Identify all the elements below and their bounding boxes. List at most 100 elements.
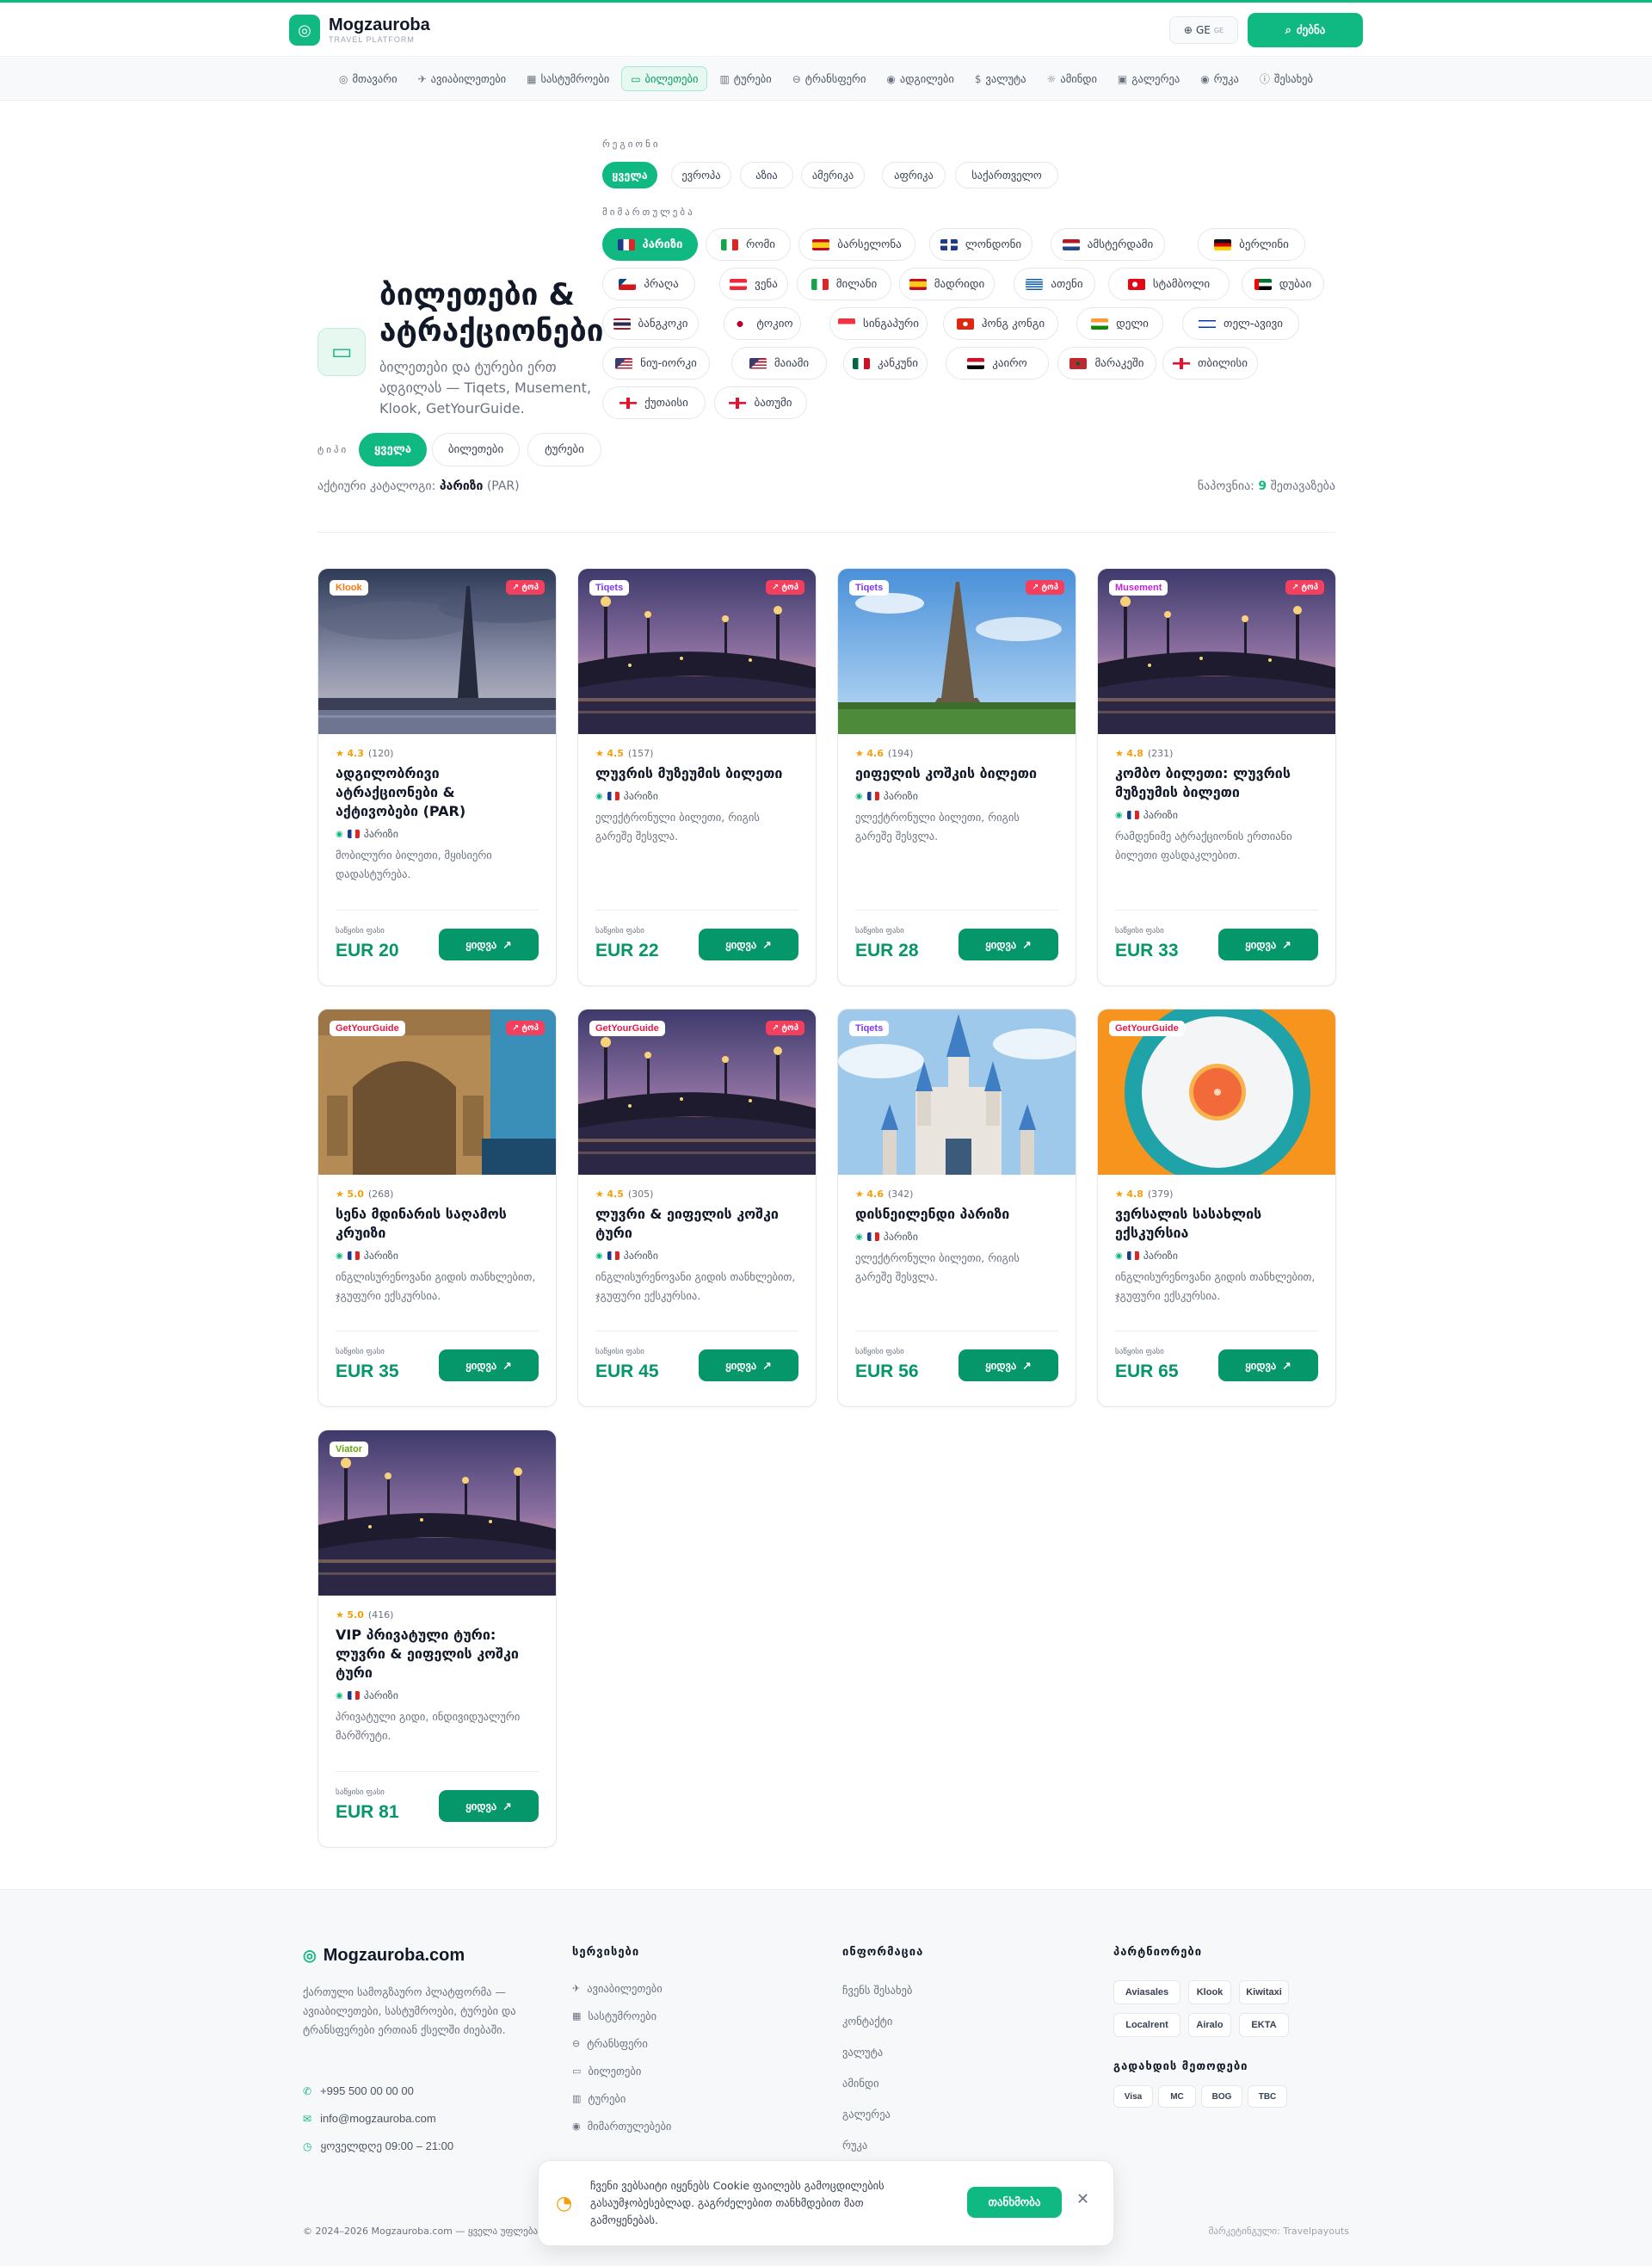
- offer-card[interactable]: Tiqets ↗ ტოპ ★ 4.5 (157) ლუვრის მუზეუმის ბილ…: [577, 568, 817, 986]
- offer-card[interactable]: Tiqets ★ 4.6 (342) დისნეილენდი პარიზი ◉ პარიზ…: [837, 1009, 1076, 1407]
- offer-title[interactable]: ლუვრის მუზეუმის ბილეთი: [595, 764, 798, 783]
- nav-item-building[interactable]: ▦ სასტუმროები: [518, 67, 618, 90]
- offer-card[interactable]: Klook ↗ ტოპ ★ 4.3 (120) ადგილობრივი ატრაქციო…: [317, 568, 557, 986]
- destination-chip[interactable]: სინგაპური: [829, 307, 928, 340]
- footer-info-link[interactable]: რუკა: [842, 2139, 867, 2152]
- destination-chip[interactable]: მარაკეში: [1057, 347, 1156, 380]
- nav-item-info[interactable]: ⓘ შესახებ: [1251, 66, 1322, 91]
- destination-chip[interactable]: რომი: [706, 228, 791, 261]
- offer-card[interactable]: Tiqets ↗ ტოპ ★ 4.6 (194) ეიფელის კოშკის ბილე…: [837, 568, 1076, 986]
- nav-item-compass[interactable]: ◎ მთავარი: [330, 67, 406, 90]
- destination-chip[interactable]: ქუთაისი: [602, 386, 706, 419]
- type-chip[interactable]: ტურები: [527, 433, 601, 466]
- nav-item-pin[interactable]: ◉ ადგილები: [878, 67, 962, 90]
- search-button[interactable]: ⌕ ძებნა: [1248, 13, 1363, 47]
- footer-service-link[interactable]: ▥ ტურები: [572, 2092, 626, 2105]
- offer-card[interactable]: Viator ★ 5.0 (416) VIP პრივატული ტური: ლუვრ…: [317, 1429, 557, 1848]
- offer-title[interactable]: სენა მდინარის საღამოს კრუიზი: [336, 1205, 539, 1243]
- destination-chip[interactable]: პრაღა: [602, 268, 695, 300]
- offer-card[interactable]: GetYourGuide ↗ ტოპ ★ 4.5 (305) ლუვრი & ეიფელ…: [577, 1009, 817, 1407]
- region-chip[interactable]: საქართველო: [955, 162, 1058, 188]
- offer-title[interactable]: ადგილობრივი ატრაქციონები & აქტივობები (P…: [336, 764, 539, 821]
- buy-button[interactable]: ყიდვა ↗: [1218, 929, 1318, 960]
- nav-item-car[interactable]: ⊖ ტრანსფერი: [784, 67, 875, 90]
- destination-chip[interactable]: ტოკიო: [724, 307, 801, 340]
- destination-chip[interactable]: ლონდონი: [929, 228, 1032, 261]
- nav-item-weather[interactable]: ☼ ამინდი: [1039, 67, 1106, 90]
- buy-button[interactable]: ყიდვა ↗: [439, 929, 539, 960]
- buy-button[interactable]: ყიდვა ↗: [1218, 1349, 1318, 1381]
- destination-chip[interactable]: მაიამი: [731, 347, 827, 380]
- partner-tag[interactable]: EKTA: [1239, 2013, 1289, 2037]
- footer-info-link[interactable]: ვალუტა: [842, 2046, 883, 2059]
- buy-button[interactable]: ყიდვა ↗: [439, 1349, 539, 1381]
- partner-tag[interactable]: Klook: [1188, 1980, 1231, 2004]
- destination-chip[interactable]: დელი: [1076, 307, 1163, 340]
- region-chip[interactable]: ამერიკა: [801, 162, 865, 188]
- offer-card[interactable]: GetYourGuide ★ 4.8 (379) ვერსალის სასახლის …: [1097, 1009, 1336, 1407]
- type-chip[interactable]: ყველა: [359, 433, 427, 466]
- destination-chip[interactable]: ათენი: [1014, 268, 1095, 300]
- footer-info-link[interactable]: გალერეა: [842, 2108, 891, 2121]
- footer-email[interactable]: ✉ info@mogzauroba.com: [303, 2112, 436, 2125]
- region-chip[interactable]: ევროპა: [671, 162, 731, 188]
- offer-title[interactable]: კომბო ბილეთი: ლუვრის მუზეუმის ბილეთი: [1115, 764, 1318, 802]
- offer-title[interactable]: ლუვრი & ეიფელის კოშკი ტური: [595, 1205, 798, 1243]
- destination-chip[interactable]: ბანგკოკი: [602, 307, 699, 340]
- destination-chip[interactable]: ბერლინი: [1198, 228, 1305, 261]
- footer-service-link[interactable]: ⊖ ტრანსფერი: [572, 2037, 648, 2050]
- offer-title[interactable]: ეიფელის კოშკის ბილეთი: [855, 764, 1058, 783]
- nav-item-plane[interactable]: ✈ ავიაბილეთები: [410, 67, 515, 90]
- partner-tag[interactable]: Kiwitaxi: [1239, 1980, 1289, 2004]
- destination-chip[interactable]: კაირო: [946, 347, 1049, 380]
- footer-service-link[interactable]: ▦ სასტუმროები: [572, 2010, 656, 2022]
- destination-chip[interactable]: ბარსელონა: [798, 228, 915, 261]
- buy-button[interactable]: ყიდვა ↗: [699, 1349, 798, 1381]
- offer-card[interactable]: GetYourGuide ↗ ტოპ ★ 5.0 (268) სენა მდინარის…: [317, 1009, 557, 1407]
- footer-service-link[interactable]: ◉ მიმართულებები: [572, 2120, 671, 2133]
- nav-item-image[interactable]: ▣ გალერეა: [1109, 67, 1188, 90]
- footer-info-link[interactable]: ამინდი: [842, 2077, 879, 2090]
- destination-chip[interactable]: ჰონგ კონგი: [943, 307, 1058, 340]
- footer-info-link[interactable]: კონტაქტი: [842, 2015, 892, 2028]
- destination-chip[interactable]: სტამბოლი: [1108, 268, 1230, 300]
- buy-button[interactable]: ყიდვა ↗: [959, 1349, 1058, 1381]
- nav-item-map[interactable]: ▥ ტურები: [711, 67, 780, 90]
- partner-tag[interactable]: Airalo: [1188, 2013, 1231, 2037]
- region-chip[interactable]: ყველა: [602, 162, 657, 188]
- partner-tag[interactable]: Localrent: [1113, 2013, 1180, 2037]
- destination-chip[interactable]: მილანი: [797, 268, 891, 300]
- destination-chip[interactable]: თელ-ავივი: [1182, 307, 1299, 340]
- region-chip[interactable]: აზია: [740, 162, 793, 188]
- offer-card[interactable]: Musement ↗ ტოპ ★ 4.8 (231) კომბო ბილეთი: ლუვ…: [1097, 568, 1336, 986]
- destination-chip[interactable]: პარიზი: [602, 228, 698, 261]
- buy-button[interactable]: ყიდვა ↗: [959, 929, 1058, 960]
- offer-title[interactable]: ვერსალის სასახლის ექსკურსია: [1115, 1205, 1318, 1243]
- region-chip[interactable]: აფრიკა: [882, 162, 946, 188]
- footer-brand[interactable]: ◎ Mogzauroba.com: [303, 1946, 465, 1966]
- nav-item-currency[interactable]: $ ვალუტა: [966, 67, 1035, 90]
- destination-chip[interactable]: ვენა: [719, 268, 788, 300]
- destination-chip[interactable]: დუბაი: [1242, 268, 1324, 300]
- buy-button[interactable]: ყიდვა ↗: [439, 1790, 539, 1822]
- buy-button[interactable]: ყიდვა ↗: [699, 929, 798, 960]
- offer-title[interactable]: VIP პრივატული ტური: ლუვრი & ეიფელის კოშკ…: [336, 1626, 539, 1683]
- destination-chip[interactable]: თბილისი: [1162, 347, 1258, 380]
- nav-item-ticket[interactable]: ▭ ბილეთები: [621, 66, 708, 91]
- offer-title[interactable]: დისნეილენდი პარიზი: [855, 1205, 1058, 1224]
- destination-chip[interactable]: კანკუნი: [843, 347, 928, 380]
- destination-chip[interactable]: მადრიდი: [899, 268, 995, 300]
- cookie-accept-button[interactable]: თანხმობა: [967, 2187, 1062, 2218]
- footer-service-link[interactable]: ✈ ავიაბილეთები: [572, 1982, 663, 1995]
- footer-info-link[interactable]: ჩვენს შესახებ: [842, 1984, 912, 1997]
- site-logo[interactable]: ◎ Mogzauroba TRAVEL PLATFORM: [289, 15, 430, 46]
- destination-chip[interactable]: ამსტერდამი: [1051, 228, 1165, 261]
- language-selector[interactable]: ⊕ GE GE: [1169, 16, 1238, 44]
- destination-chip[interactable]: ნიუ-იორკი: [602, 347, 710, 380]
- close-icon[interactable]: ✕: [1076, 2190, 1089, 2208]
- footer-phone[interactable]: ✆ +995 500 00 00 00: [303, 2084, 414, 2097]
- destination-chip[interactable]: ბათუმი: [714, 386, 807, 419]
- nav-item-location[interactable]: ◉ რუკა: [1192, 67, 1248, 90]
- footer-service-link[interactable]: ▭ ბილეთები: [572, 2065, 641, 2078]
- type-chip[interactable]: ბილეთები: [432, 433, 520, 466]
